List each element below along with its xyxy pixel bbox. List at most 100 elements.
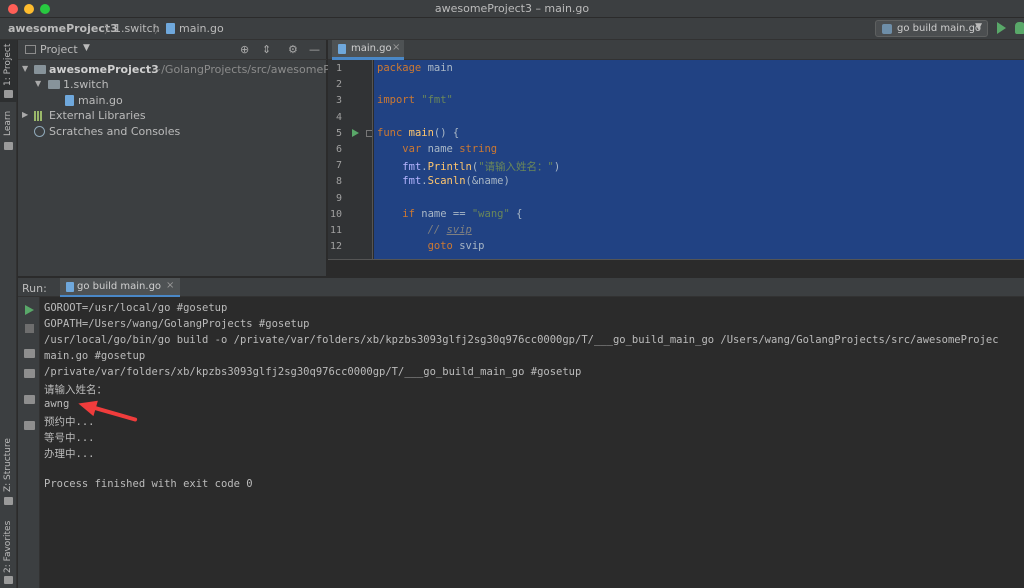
run-gutter-icon[interactable] [352,129,359,137]
tree-item-main-go[interactable]: main.go [18,93,327,109]
tree-item-scratches[interactable]: Scratches and Consoles [18,124,327,140]
line-number: 3 [335,95,342,106]
code-token: var [402,143,422,155]
learn-icon [4,142,13,150]
code-line: import "fmt" [377,94,453,110]
code-token: fmt [402,175,422,187]
tree-item-project-root[interactable]: ▼ awesomeProject3 ~/GolangProjects/src/a… [18,62,334,78]
chevron-right-icon[interactable]: ▶ [22,110,28,119]
tool-tab-structure-label: Z: Structure [3,438,13,492]
tree-item-label: awesomeProject3 [49,63,159,76]
tool-tab-structure[interactable]: Z: Structure [0,438,17,508]
gear-icon[interactable]: ⚙ [288,43,298,56]
line-number: 6 [335,144,342,155]
code-token: main [421,62,453,74]
code-line: // svip [377,224,472,240]
library-icon [34,111,46,121]
chevron-down-icon[interactable]: ▼ [22,64,28,73]
code-line: goto svip [377,240,485,256]
chevron-down-icon[interactable]: ▼ [35,79,41,88]
close-icon[interactable]: × [392,42,400,53]
code-token: // [427,224,447,236]
console-line: Process finished with exit code 0 [44,478,253,490]
debug-icon[interactable] [1015,22,1024,34]
go-file-icon [166,23,175,34]
tree-item-switch-folder[interactable]: ▼ 1.switch [18,77,327,93]
tool-tab-learn-label: Learn [3,110,13,136]
line-number: 7 [335,160,342,171]
layout-icon[interactable] [24,395,35,404]
locate-file-icon[interactable]: ⊕ [240,43,249,56]
code-line: var name string [377,143,497,159]
tool-tab-favorites[interactable]: 2: Favorites [0,518,17,586]
fold-marker-icon[interactable] [366,130,372,137]
line-number: 12 [329,241,342,252]
collapse-all-icon[interactable]: ⇕ [262,43,271,56]
code-token: svip [452,240,485,252]
line-number: 9 [335,193,342,204]
code-token: name == [414,208,472,220]
run-configuration-select[interactable]: go build main.go ▼ [875,20,988,37]
run-tab-go-build[interactable]: go build main.go × [60,278,180,298]
folder-icon [4,90,13,98]
tree-item-label: 1.switch [63,78,109,91]
title-bar: awesomeProject3 – main.go [0,0,1024,18]
go-build-icon [66,282,74,292]
code-line: fmt.Println("请输入姓名：") [402,161,561,173]
go-file-icon [338,44,346,54]
code-editor[interactable]: package main import "fmt" func main() { … [374,60,1024,259]
project-panel: Project ▼ ⊕ ⇕ ⚙ — ▼ awesomeProject3 ~/Go… [18,40,334,276]
code-token: goto [427,240,453,252]
console-line: 预约中... [44,416,95,428]
console-line: 等号中... [44,432,95,444]
tool-tab-project[interactable]: 1: Project [0,40,17,102]
code-token: { [509,208,523,220]
rerun-icon[interactable] [25,305,34,315]
code-token: func [377,127,403,139]
console-line: /usr/local/go/bin/go build -o /private/v… [44,334,999,346]
line-number: 11 [329,225,342,236]
trash-icon[interactable] [24,369,35,378]
chevron-down-icon[interactable]: ▼ [83,43,90,53]
breadcrumb-folder[interactable]: 1.switch [114,22,160,35]
folder-icon [34,65,46,74]
code-token: import [377,94,415,106]
run-panel-label: Run: [22,282,47,295]
tool-tab-project-label: 1: Project [3,43,13,86]
code-token: Println [427,161,472,173]
soft-wrap-icon[interactable] [24,349,35,358]
line-number: 10 [329,209,342,220]
run-tab-label: go build main.go [77,281,162,292]
code-token: svip [446,224,472,236]
stop-icon[interactable] [25,324,34,333]
breadcrumb-file[interactable]: main.go [179,22,224,35]
code-token: "wang" [471,208,510,220]
hide-panel-icon[interactable]: — [309,43,320,56]
tree-item-label: Scratches and Consoles [49,125,181,138]
editor-gutter: 1 2 3 4 5 6 7 8 9 10 11 12 [328,60,373,259]
code-token: "fmt" [421,94,453,106]
tree-item-external-libraries[interactable]: ▶ External Libraries [18,108,327,124]
editor-tab-main-go[interactable]: main.go × [332,40,404,60]
console-line: main.go #gosetup [44,350,146,362]
editor-tab-label: main.go [351,43,392,54]
line-number: 4 [335,112,342,123]
pin-icon[interactable] [24,421,35,430]
console-input-line: awng [44,398,70,410]
chevron-down-icon: ▼ [975,22,982,32]
go-build-icon [882,24,892,34]
scratches-icon [34,126,45,137]
breadcrumb-project[interactable]: awesomeProject3 [8,22,118,35]
code-line: if name == "wang" { [377,208,522,224]
console-output[interactable]: GOROOT=/usr/local/go #gosetup GOPATH=/Us… [40,297,1024,588]
folder-icon [48,80,60,89]
console-line: GOROOT=/usr/local/go #gosetup [44,302,228,314]
line-number: 1 [335,63,342,74]
editor-bottom-strip [328,259,1024,277]
code-token: name [421,143,460,155]
close-icon[interactable]: × [166,280,174,291]
project-panel-title[interactable]: Project [40,43,78,56]
tool-tab-learn[interactable]: Learn [0,110,17,154]
run-icon[interactable] [997,22,1006,34]
console-line: 请输入姓名： [44,384,107,396]
